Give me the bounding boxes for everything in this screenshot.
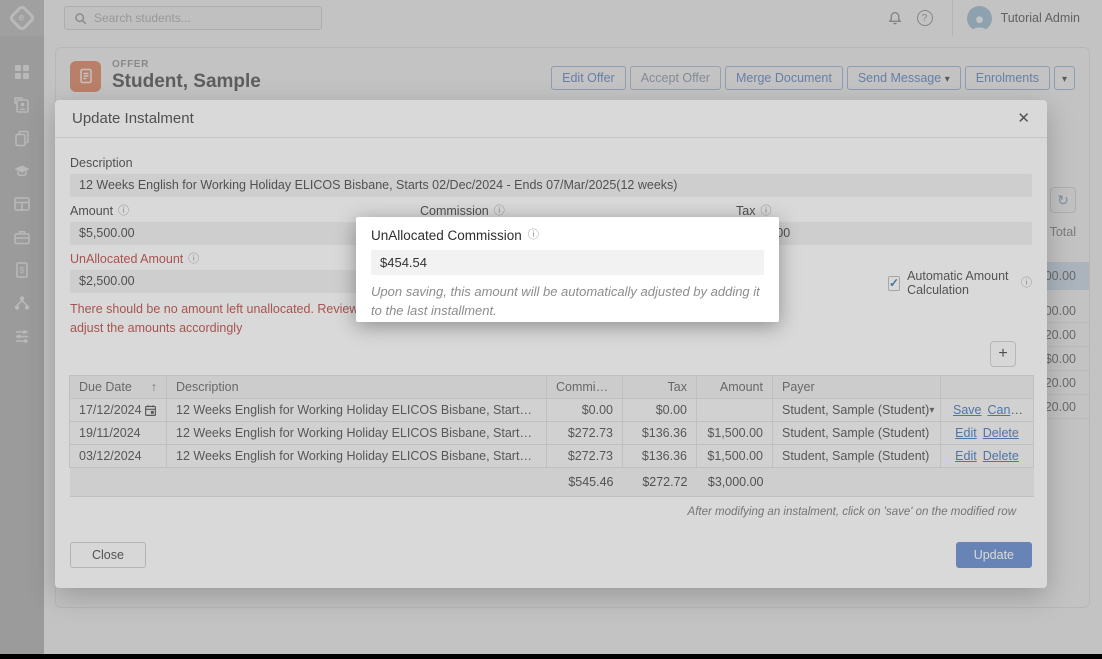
unallocated-commission-input[interactable]: $454.54 [371,250,764,275]
info-icon[interactable]: ⓘ [528,230,539,241]
tour-dim-overlay [0,0,1102,654]
popover-hint: Upon saving, this amount will be automat… [371,283,764,321]
app-window: e $ [0,0,1102,659]
unallocated-commission-popover: UnAllocated Commission ⓘ $454.54 Upon sav… [356,217,779,322]
bottom-strip [0,654,1102,659]
unallocated-commission-popover-label: UnAllocated Commission [371,228,522,243]
